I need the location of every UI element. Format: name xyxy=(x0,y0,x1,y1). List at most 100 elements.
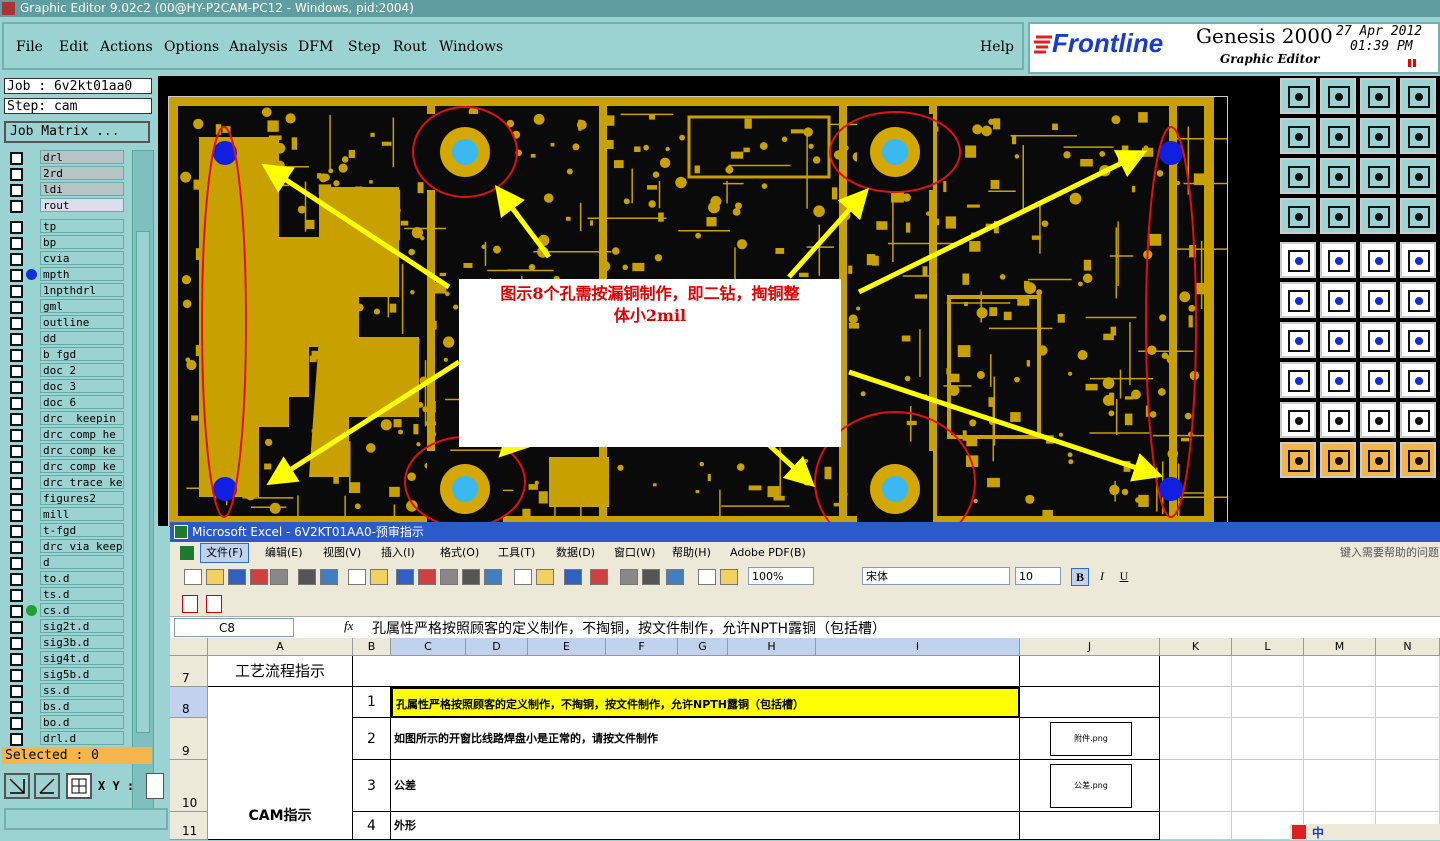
layer-row-tp[interactable]: tp xyxy=(4,219,126,234)
layer-checkbox[interactable] xyxy=(10,509,23,522)
layer-checkbox[interactable] xyxy=(10,397,23,410)
layer-row-t-fgd[interactable]: t-fgd xyxy=(4,523,126,538)
layer-row-mill[interactable]: mill xyxy=(4,507,126,522)
empty-cell[interactable] xyxy=(1160,687,1232,718)
spreadsheet-grid[interactable]: A B C D E F G H I J K L M N 7 工艺流程指示 8 1 孔属性严格按照顾客的定义制作，不掏… xyxy=(170,638,1440,840)
network-icon[interactable] xyxy=(1280,282,1316,318)
layer-checkbox[interactable] xyxy=(10,349,23,362)
layer-checkbox[interactable] xyxy=(10,253,23,266)
column-header[interactable]: N xyxy=(1376,638,1440,656)
graphic-canvas[interactable]: 图示8个孔需按漏铜制作，即二钻，掏铜整 体小2mil xyxy=(158,76,1278,528)
underline-button[interactable]: U xyxy=(1116,568,1132,584)
text-icon[interactable] xyxy=(1400,322,1436,358)
gear-icon[interactable] xyxy=(1400,362,1436,398)
minus-icon[interactable] xyxy=(1320,362,1356,398)
layer-row-ldi[interactable]: ldi xyxy=(4,182,126,197)
triangle-4-icon[interactable] xyxy=(1400,402,1436,438)
excel-toolbar-icon[interactable] xyxy=(370,569,388,585)
font-size-select[interactable]: 10 xyxy=(1015,567,1061,585)
layer-name[interactable]: rout xyxy=(40,198,124,212)
menu-analysis[interactable]: Analysis xyxy=(229,39,288,55)
layer-row-bp[interactable]: bp xyxy=(4,235,126,250)
excel-toolbar-icon[interactable] xyxy=(228,569,246,585)
layer-checkbox[interactable] xyxy=(10,701,23,714)
layer-checkbox[interactable] xyxy=(10,621,23,634)
excel-toolbar-icon[interactable] xyxy=(270,569,288,585)
layer-row-doc_6[interactable]: doc_6 xyxy=(4,395,126,410)
layer-checkbox[interactable] xyxy=(10,525,23,538)
excel-menu-window[interactable]: 窗口(W) xyxy=(614,542,655,564)
layer-checkbox[interactable] xyxy=(10,445,23,458)
layer-name[interactable]: ss.d xyxy=(40,683,124,697)
cell-j[interactable] xyxy=(1020,656,1160,687)
help-icon[interactable] xyxy=(1400,158,1436,194)
column-header[interactable]: A xyxy=(208,638,353,656)
attachment-cell[interactable] xyxy=(1020,812,1160,840)
arc-icon[interactable] xyxy=(1360,322,1396,358)
layer-row-figures2[interactable]: figures2 xyxy=(4,491,126,506)
item-number-cell[interactable]: 1 xyxy=(353,687,391,718)
resize-icon[interactable] xyxy=(1360,362,1396,398)
row-header[interactable]: 9 xyxy=(170,718,208,760)
layer-name[interactable]: drc_trace_ke xyxy=(40,475,124,489)
connect-icon[interactable] xyxy=(1400,442,1436,478)
layer-checkbox[interactable] xyxy=(10,717,23,730)
empty-cell[interactable] xyxy=(1304,718,1376,760)
column-header[interactable]: B xyxy=(353,638,391,656)
menu-step[interactable]: Step xyxy=(348,39,380,55)
column-header[interactable]: E xyxy=(528,638,606,656)
empty-cell[interactable] xyxy=(1160,760,1232,812)
home-down-icon[interactable] xyxy=(1320,78,1356,114)
excel-toolbar-icon[interactable] xyxy=(564,569,582,585)
menu-file[interactable]: File xyxy=(16,39,43,55)
layer-checkbox[interactable] xyxy=(10,184,23,197)
menu-rout[interactable]: Rout xyxy=(393,39,427,55)
excel-toolbar-icon[interactable] xyxy=(698,569,716,585)
excel-toolbar-icon[interactable] xyxy=(396,569,414,585)
empty-cell[interactable] xyxy=(1304,687,1376,718)
angle-icon[interactable] xyxy=(1280,322,1316,358)
layer-row-cs.d[interactable]: cs.d xyxy=(4,603,126,618)
layer-checkbox[interactable] xyxy=(10,285,23,298)
empty-cell[interactable] xyxy=(1304,760,1376,812)
house-icon[interactable] xyxy=(1360,78,1396,114)
home-up-icon[interactable] xyxy=(1280,78,1316,114)
layer-row-drc_comp_ke[interactable]: drc_comp_ke xyxy=(4,443,126,458)
pointer-box-icon[interactable] xyxy=(1320,442,1356,478)
step-number-icon[interactable] xyxy=(1360,118,1396,154)
command-line[interactable] xyxy=(4,808,168,830)
excel-menu-format[interactable]: 格式(O) xyxy=(440,542,479,564)
row-header[interactable]: 11 xyxy=(170,812,208,840)
empty-cell[interactable] xyxy=(1232,760,1304,812)
layer-row-drc_trace_ke[interactable]: drc_trace_ke xyxy=(4,475,126,490)
scrollbar-thumb[interactable] xyxy=(136,231,150,733)
layer-name[interactable]: drc_comp_ke xyxy=(40,443,124,457)
pad-red-icon[interactable] xyxy=(1280,362,1316,398)
job-matrix-button[interactable]: Job Matrix ... xyxy=(4,121,150,143)
excel-toolbar-icon[interactable] xyxy=(620,569,638,585)
snake-icon[interactable] xyxy=(1400,118,1436,154)
layer-name[interactable]: cs.d xyxy=(40,603,124,617)
layer-name[interactable]: sig2t.d xyxy=(40,619,124,633)
empty-cell[interactable] xyxy=(1232,687,1304,718)
layer-name[interactable]: doc_6 xyxy=(40,395,124,409)
layer-checkbox[interactable] xyxy=(10,605,23,618)
layer-row-doc_3[interactable]: doc_3 xyxy=(4,379,126,394)
formula-input[interactable]: 孔属性严格按照顾客的定义制作，不掏铜，按文件制作，允许NPTH露铜（包括槽） xyxy=(372,618,886,638)
measure-button[interactable] xyxy=(34,773,60,799)
layer-row-bs.d[interactable]: bs.d xyxy=(4,699,126,714)
layer-name[interactable]: b_fgd xyxy=(40,347,124,361)
layer-row-d[interactable]: d xyxy=(4,555,126,570)
layer-name[interactable]: drc_comp_ke xyxy=(40,459,124,473)
column-header[interactable]: F xyxy=(606,638,678,656)
layers-red-icon-2[interactable] xyxy=(1400,198,1436,234)
layer-name[interactable]: drl xyxy=(40,150,124,164)
embedded-image-thumbnail[interactable]: 附件.png xyxy=(1050,722,1132,756)
excel-toolbar-icon[interactable] xyxy=(348,569,366,585)
column-header[interactable]: C xyxy=(391,638,466,656)
grid-icon[interactable] xyxy=(1320,198,1356,234)
layer-name[interactable]: dd xyxy=(40,331,124,345)
pointer-icon[interactable] xyxy=(1280,442,1316,478)
cross-icon[interactable] xyxy=(1320,282,1356,318)
layer-row-cvia[interactable]: cvia xyxy=(4,251,126,266)
